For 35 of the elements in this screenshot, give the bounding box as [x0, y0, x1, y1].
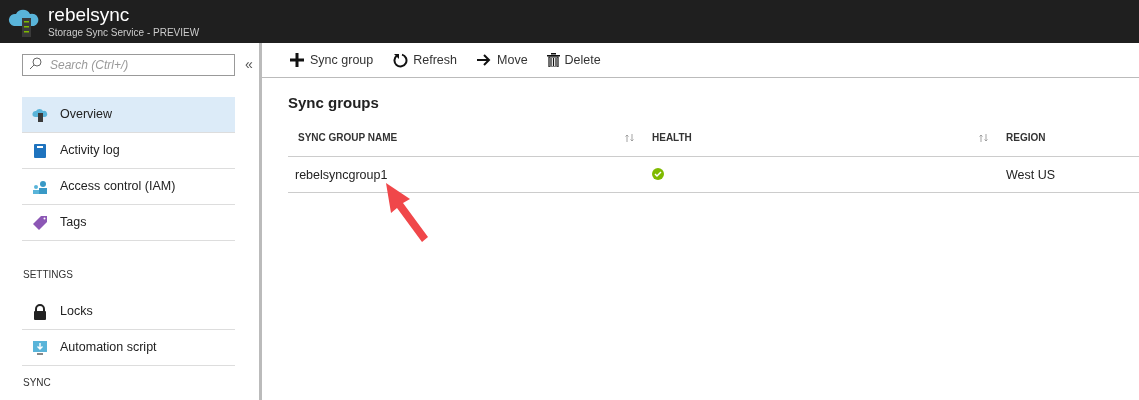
sort-icon[interactable]: [625, 133, 634, 142]
nav-item[interactable]: Overview: [22, 97, 235, 133]
toolbar-button[interactable]: Sync group: [289, 50, 374, 70]
nav-item[interactable]: Tags: [22, 205, 235, 241]
toolbar-button[interactable]: Delete: [546, 50, 601, 70]
plus-icon: [289, 52, 305, 68]
sort-icon[interactable]: [979, 133, 988, 142]
section-heading: SYNC: [22, 376, 52, 390]
toolbar-button[interactable]: Move: [476, 50, 528, 70]
search-field[interactable]: Search (Ctrl+/): [22, 54, 235, 76]
section-heading: SETTINGS: [22, 268, 74, 282]
book-icon: [32, 142, 48, 159]
monitor-icon: [32, 339, 48, 356]
lock-icon: [32, 303, 48, 320]
toolbar-button[interactable]: Refresh: [392, 50, 457, 70]
delete-icon: [546, 53, 560, 67]
arrow-right-icon: [476, 52, 492, 68]
column-header[interactable]: SYNC GROUP NAME: [298, 130, 398, 145]
nav-item[interactable]: Activity log: [22, 133, 235, 169]
cloud-server-icon: [32, 106, 48, 123]
refresh-icon: [392, 52, 409, 68]
column-header[interactable]: HEALTH: [652, 130, 692, 145]
search-icon: [29, 57, 42, 70]
collapse-button[interactable]: «: [245, 53, 253, 75]
people-icon: [32, 178, 48, 195]
table-cell[interactable]: rebelsyncgroup1: [295, 168, 388, 182]
nav-item[interactable]: Access control (IAM): [22, 169, 235, 205]
table-cell: West US: [1006, 168, 1056, 182]
resource-subtitle: Storage Sync Service - PREVIEW: [48, 28, 200, 38]
resource-title: rebelsync: [48, 5, 131, 24]
nav-item[interactable]: Locks: [22, 294, 235, 330]
tag-icon: [32, 214, 48, 231]
section-title: Sync groups: [288, 93, 380, 113]
column-header[interactable]: REGION: [1006, 130, 1046, 145]
nav-item[interactable]: Automation script: [22, 330, 235, 366]
